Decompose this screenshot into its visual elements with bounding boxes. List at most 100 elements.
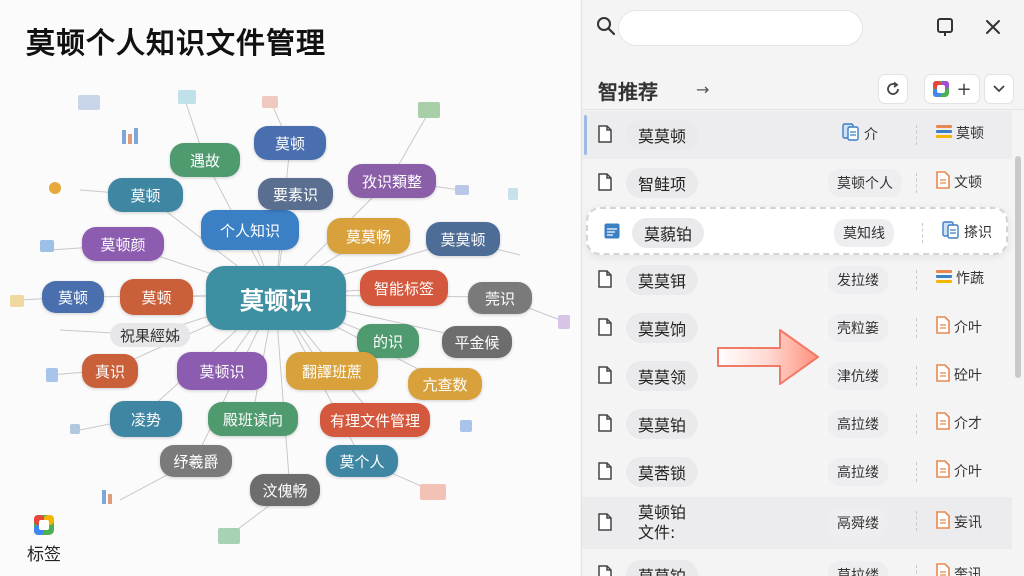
item-category: 莫拉缕 [828, 561, 888, 576]
plus-label: + [956, 78, 972, 100]
type-label: 介才 [954, 416, 982, 432]
document-icon [598, 565, 612, 576]
type-label: 文顿 [954, 175, 982, 191]
tag[interactable]: 翻譯班蔗 [286, 352, 378, 390]
file-icon [936, 563, 950, 576]
document-icon [598, 125, 612, 147]
item-category: 莫知线 [834, 219, 894, 247]
close-button[interactable] [978, 12, 1008, 42]
tag[interactable]: 汶傀畅 [250, 474, 320, 506]
item-name: 莫莫领 [626, 361, 699, 391]
type-label: 介 [864, 127, 878, 143]
list-item[interactable]: 智鲑项 莫顿个人 文顿 [582, 159, 1012, 207]
tag[interactable]: 孜识類整 [348, 164, 436, 198]
tag[interactable]: 凌势 [110, 401, 182, 437]
file-icon [936, 412, 950, 434]
type-label: 奎讯 [954, 567, 982, 576]
tag[interactable]: 祝果經姊 [110, 323, 190, 347]
tag[interactable]: 要素识 [258, 178, 333, 210]
tag[interactable]: 真识 [82, 354, 138, 388]
item-type: 妄讯 [936, 511, 982, 533]
tag[interactable]: 莫莫顿 [426, 222, 500, 256]
type-label: 搽识 [964, 225, 992, 241]
file-icon [936, 364, 950, 386]
item-category: 鬲舜缕 [828, 509, 888, 537]
list-item[interactable]: 莫莫铒 发拉缕 怍蔬 [582, 256, 1012, 304]
list-item[interactable]: 莫顿铂 文件: 鬲舜缕 妄讯 [582, 497, 1012, 549]
list-item[interactable]: 莫藐铂 莫知线 搽识 [586, 207, 1008, 255]
item-name: 莫莫铒 [626, 265, 699, 295]
separator [916, 173, 917, 193]
document-icon [598, 414, 612, 436]
tag[interactable]: 莫顿识 [177, 352, 267, 390]
tag[interactable]: 殿班读向 [208, 402, 298, 436]
tags-button[interactable]: 标签 [24, 514, 64, 565]
search-input[interactable] [631, 23, 836, 55]
window-toggle-button[interactable] [930, 12, 960, 42]
tag[interactable]: 智能标签 [360, 270, 448, 306]
item-name: 莫藐铂 [632, 218, 705, 248]
pane-icon [937, 18, 953, 36]
document-icon [598, 462, 612, 484]
section-arrow-icon[interactable]: → [696, 80, 709, 99]
tag[interactable]: 莫顿 [254, 126, 326, 160]
dropdown-button[interactable] [984, 74, 1014, 104]
list-stripes-icon [936, 269, 952, 287]
close-icon [986, 20, 1000, 34]
item-type: 介才 [936, 412, 982, 434]
separator [916, 318, 917, 338]
list-item[interactable]: 莫莫饷 壳粒篓 介叶 [582, 304, 1012, 352]
tags-button-label: 标签 [27, 545, 61, 565]
separator [916, 366, 917, 386]
item-category: 发拉缕 [828, 266, 888, 294]
type-label: 砼叶 [954, 368, 982, 384]
item-name: 莫顿铂 文件: [638, 503, 687, 542]
section-title: 智推荐 [598, 80, 658, 104]
app-icon [933, 81, 950, 97]
list-item[interactable]: 莫莫铂 莫拉缕 奎讯 [582, 551, 1012, 576]
search-box [618, 10, 863, 55]
file-icon [936, 171, 950, 193]
chevron-down-icon [993, 85, 1005, 93]
item-type: 搽识 [942, 221, 992, 243]
tag[interactable]: 平金候 [442, 326, 512, 358]
tag[interactable]: 莫莫畅 [327, 218, 410, 254]
list-item[interactable]: 莫莫领 津伉缕 砼叶 [582, 352, 1012, 400]
separator [916, 125, 917, 145]
tag[interactable]: 莞识 [468, 282, 532, 314]
list-item[interactable]: 莫莫顿 介 莫顿 [582, 111, 1012, 159]
item-name: 智鲑项 [626, 168, 699, 198]
item-type: 怍蔬 [936, 268, 984, 288]
search-icon [597, 17, 616, 36]
item-category: 高拉缕 [828, 410, 888, 438]
docs-icon [942, 221, 960, 243]
tag[interactable]: 莫个人 [326, 445, 398, 477]
type-label: 怍蔬 [956, 271, 984, 287]
file-icon [936, 316, 950, 338]
list-item[interactable]: 莫莫铂 高拉缕 介才 [582, 400, 1012, 448]
item-type: 奎讯 [936, 563, 982, 576]
type-label: 介叶 [954, 320, 982, 336]
tag[interactable]: 个人知识 [201, 210, 299, 250]
refresh-button[interactable] [878, 74, 908, 104]
item-name: 莫莫顿 [626, 120, 699, 150]
add-app-button[interactable]: + [924, 74, 980, 104]
scrollbar[interactable] [1015, 156, 1021, 378]
tag-center[interactable]: 莫顿识 [206, 266, 346, 330]
tag[interactable]: 有理文件管理 [320, 403, 430, 437]
tag-cloud-panel: 莫顿个人知识文件管理 莫顿识 个人知识 莫顿 遇故 莫顿 要素识 孜识類整 莫顿… [0, 0, 580, 576]
document-icon [598, 173, 612, 195]
panel-topbar [582, 0, 1024, 58]
tag[interactable]: 莫顿颜 [82, 227, 164, 261]
list-item[interactable]: 莫莕锁 高拉缕 介叶 [582, 448, 1012, 496]
doc-blue-icon [604, 223, 620, 243]
tag[interactable]: 纾羲爵 [160, 445, 232, 477]
type-label: 莫顿 [956, 126, 984, 142]
section-header: 智推荐 → + [582, 68, 1024, 110]
tag[interactable]: 遇故 [170, 143, 240, 177]
item-name: 莫莫铂 [626, 560, 699, 576]
tag[interactable]: 莫顿 [42, 281, 104, 313]
tag[interactable]: 亢查数 [408, 368, 482, 400]
tag[interactable]: 莫顿 [108, 178, 183, 212]
tag[interactable]: 莫顿 [120, 279, 193, 315]
